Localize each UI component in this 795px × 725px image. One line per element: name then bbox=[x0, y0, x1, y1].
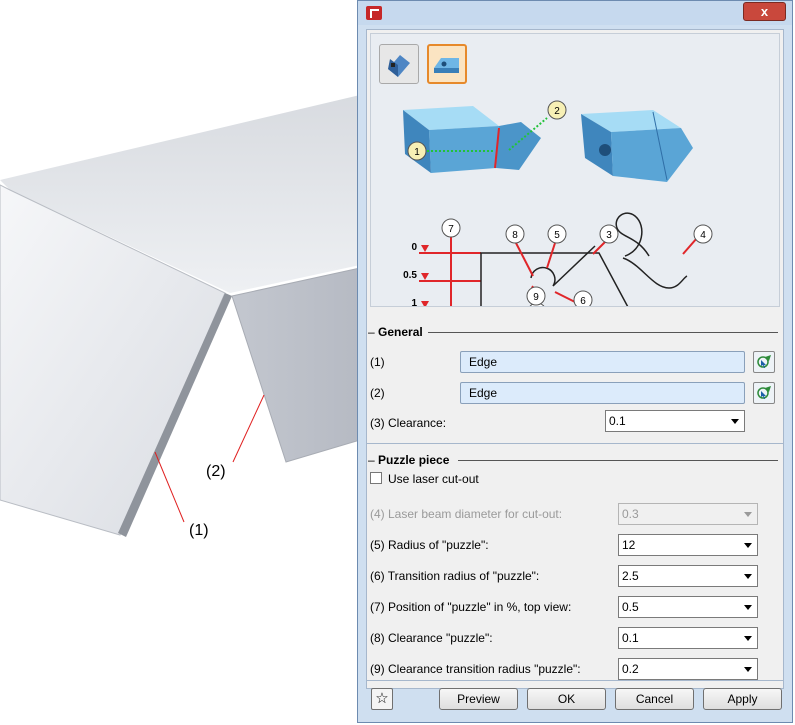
puzzle-block-icon bbox=[434, 58, 459, 73]
puzzle-param-label: (6) Transition radius of "puzzle": bbox=[370, 569, 540, 583]
edge1-label: (1) bbox=[370, 355, 385, 369]
star-icon: ☆ bbox=[375, 690, 389, 707]
callout-1: 1 bbox=[414, 147, 420, 158]
callout-5: 5 bbox=[554, 230, 560, 241]
cancel-button[interactable]: Cancel bbox=[615, 688, 694, 710]
section-puzzle-title: – Puzzle piece bbox=[368, 453, 450, 467]
chevron-down-icon bbox=[744, 543, 752, 548]
chevron-down-icon bbox=[744, 574, 752, 579]
puzzle-param-label: (9) Clearance transition radius "puzzle"… bbox=[370, 662, 581, 676]
callout-label-2: (2) bbox=[206, 463, 226, 480]
puzzle-param-value: 0.1 bbox=[622, 631, 639, 645]
title-bar[interactable]: x bbox=[358, 1, 792, 25]
pick-edge2-button[interactable] bbox=[753, 382, 775, 404]
close-button[interactable]: x bbox=[743, 2, 786, 21]
ok-button[interactable]: OK bbox=[527, 688, 606, 710]
section-general-divider bbox=[428, 332, 778, 333]
puzzle-title-text: Puzzle piece bbox=[378, 453, 450, 467]
puzzle-param-select[interactable]: 2.5 bbox=[618, 565, 758, 587]
clearance-value: 0.1 bbox=[609, 414, 626, 428]
callout-2: 2 bbox=[554, 106, 560, 117]
mode-button-puzzle[interactable] bbox=[427, 44, 467, 84]
leader-line-2 bbox=[232, 394, 265, 463]
puzzle-param-value: 0.5 bbox=[622, 600, 639, 614]
puzzle-schematic: 1 2 0 0.5 1 7 8 5 3 6 4 bbox=[403, 100, 713, 306]
puzzle-param-select[interactable]: 0.1 bbox=[618, 627, 758, 649]
puzzle-param-label: (4) Laser beam diameter for cut-out: bbox=[370, 507, 563, 521]
section-puzzle-divider bbox=[458, 460, 778, 461]
section-general-title: – General bbox=[368, 325, 423, 339]
level-label-1: 1 bbox=[411, 298, 417, 306]
puzzle-param-label: (8) Clearance "puzzle": bbox=[370, 631, 493, 645]
pick-cursor-icon bbox=[757, 386, 771, 399]
chevron-down-icon bbox=[744, 636, 752, 641]
callout-7: 7 bbox=[448, 224, 454, 235]
puzzle-param-select: 0.3 bbox=[618, 503, 758, 525]
leader-line-1 bbox=[154, 451, 185, 523]
pick-edge1-button[interactable] bbox=[753, 351, 775, 373]
level-label-05: 0.5 bbox=[403, 270, 417, 281]
puzzle-param-value: 0.2 bbox=[622, 662, 639, 676]
sheet-right-face bbox=[231, 267, 361, 463]
general-title-text: General bbox=[378, 325, 423, 339]
chevron-down-icon bbox=[744, 667, 752, 672]
mode-button-edge[interactable] bbox=[379, 44, 419, 84]
chevron-down-icon bbox=[744, 512, 752, 517]
chevron-down-icon bbox=[731, 419, 739, 424]
pick-cursor-icon bbox=[757, 355, 771, 368]
callout-9: 9 bbox=[533, 292, 539, 303]
edge1-field[interactable]: Edge bbox=[460, 351, 745, 373]
apply-button[interactable]: Apply bbox=[703, 688, 782, 710]
laser-cutout-checkbox[interactable] bbox=[370, 472, 382, 484]
callout-6: 6 bbox=[580, 296, 586, 306]
callout-label-1: (1) bbox=[189, 522, 209, 539]
puzzle-param-label: (7) Position of "puzzle" in %, top view: bbox=[370, 600, 572, 614]
puzzle-param-value: 0.3 bbox=[622, 507, 639, 521]
app-logo-icon bbox=[366, 6, 382, 20]
puzzle-param-select[interactable]: 0.5 bbox=[618, 596, 758, 618]
chevron-down-icon bbox=[744, 605, 752, 610]
edge2-label: (2) bbox=[370, 386, 385, 400]
favorites-button[interactable]: ☆ bbox=[371, 688, 393, 710]
callout-9-marker: 9 bbox=[526, 286, 546, 306]
callout-4: 4 bbox=[700, 230, 706, 241]
puzzle-param-label: (5) Radius of "puzzle": bbox=[370, 538, 489, 552]
bent-edge-icon bbox=[388, 55, 410, 77]
clearance-select[interactable]: 0.1 bbox=[605, 410, 745, 432]
puzzle-joint-dialog: x 1 2 0 0.5 1 7 8 5 3 6 4 9 – General (1… bbox=[357, 0, 793, 723]
puzzle-param-select[interactable]: 12 bbox=[618, 534, 758, 556]
callout-8: 8 bbox=[512, 230, 518, 241]
laser-cutout-label: Use laser cut-out bbox=[388, 472, 479, 486]
puzzle-param-value: 12 bbox=[622, 538, 636, 552]
edge2-field[interactable]: Edge bbox=[460, 382, 745, 404]
puzzle-param-select[interactable]: 0.2 bbox=[618, 658, 758, 680]
preview-area: 1 2 0 0.5 1 7 8 5 3 6 4 9 bbox=[370, 33, 780, 307]
preview-button[interactable]: Preview bbox=[439, 688, 518, 710]
level-label-0: 0 bbox=[411, 242, 417, 253]
puzzle-param-value: 2.5 bbox=[622, 569, 639, 583]
callout-3: 3 bbox=[606, 230, 612, 241]
clearance-label: (3) Clearance: bbox=[370, 416, 447, 430]
